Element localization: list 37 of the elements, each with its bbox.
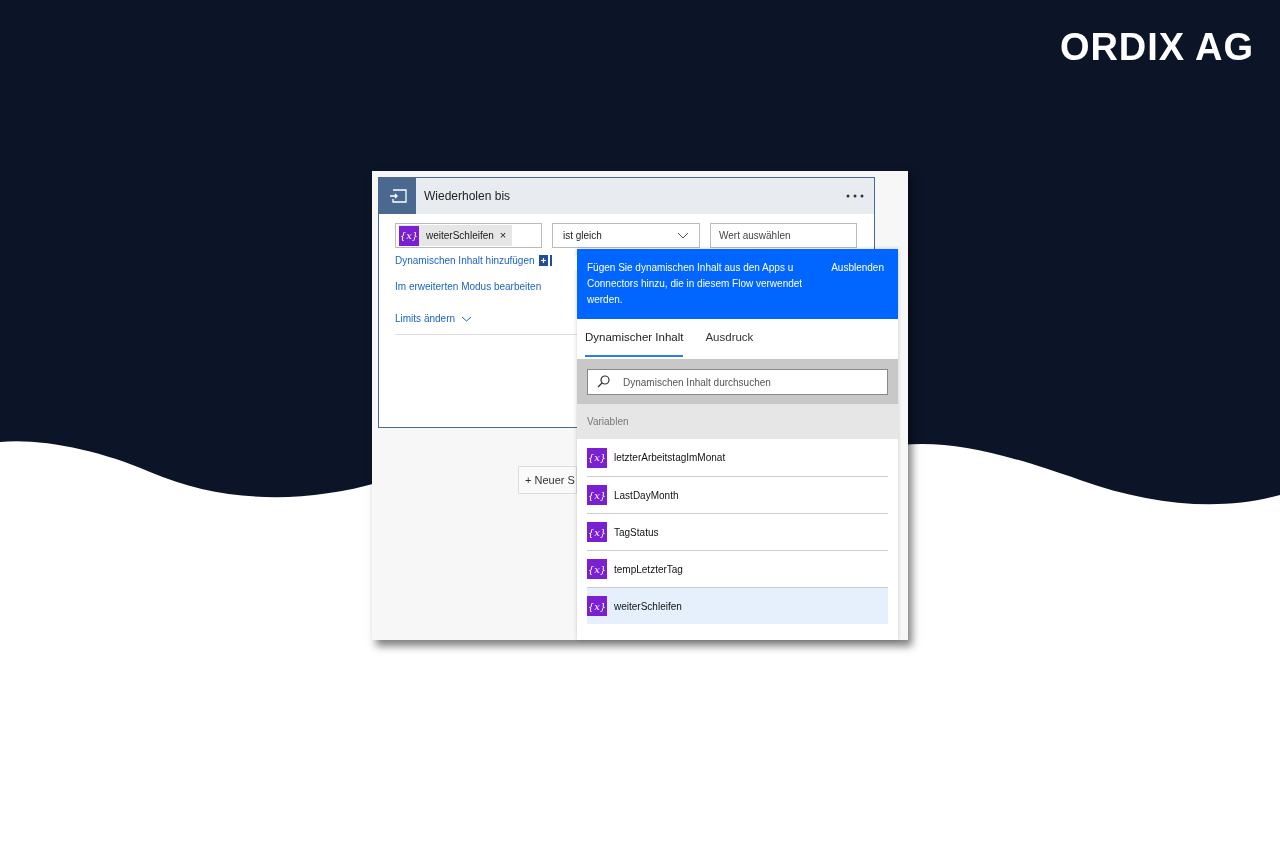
panel-tab[interactable]: Dynamischer Inhalt xyxy=(585,328,684,357)
variable-name: weiterSchleifen xyxy=(614,599,682,614)
company-logo: ORDIX AG xyxy=(1059,28,1254,66)
new-step-button[interactable]: + Neuer S xyxy=(518,466,577,494)
variable-name: LastDayMonth xyxy=(614,488,679,503)
add-dynamic-content-link[interactable]: Dynamischen Inhalt hinzufügen xyxy=(395,253,535,268)
variable-icon: {x} xyxy=(587,522,607,542)
advanced-mode-link[interactable]: Im erweiterten Modus bearbeiten xyxy=(395,279,542,294)
chevron-down-icon xyxy=(677,232,689,239)
search-field[interactable]: Dynamischen Inhalt durchsuchen xyxy=(587,369,888,395)
panel-tab[interactable]: Ausdruck xyxy=(705,328,754,357)
info-text: Fügen Sie dynamischen Inhalt aus den Apps u xyxy=(587,261,794,275)
variable-name: letzterArbeitstagImMonat xyxy=(614,451,726,465)
search-icon xyxy=(597,374,610,388)
operator-dropdown[interactable]: ist gleich xyxy=(552,223,700,248)
remove-token[interactable]: × xyxy=(499,227,507,244)
plus-icon[interactable] xyxy=(538,255,552,266)
variable-icon: {x} xyxy=(587,485,607,505)
variable-token[interactable]: {x} weiterSchleifen × xyxy=(399,225,513,246)
chevron-down-icon xyxy=(461,315,473,322)
variable-name: tempLetzterTag xyxy=(614,562,683,577)
hide-link[interactable]: Ausblenden xyxy=(831,260,884,276)
variable-item[interactable]: {x} weiterSchleifen xyxy=(587,587,888,624)
section-title: Variablen xyxy=(587,415,629,429)
more-icon[interactable] xyxy=(846,194,864,198)
variable-icon: {x} xyxy=(587,447,607,468)
card-title: Wiederholen bis xyxy=(424,188,511,205)
token-label: weiterSchleifen xyxy=(426,229,494,243)
value-field[interactable]: Wert auswählen xyxy=(710,223,857,248)
variable-icon: {x} xyxy=(587,559,607,579)
info-text: werden. xyxy=(587,293,623,307)
condition-field[interactable]: {x} weiterSchleifen × xyxy=(395,223,542,248)
variable-icon: {x} xyxy=(399,225,419,246)
variable-icon: {x} xyxy=(587,596,607,616)
variable-name: TagStatus xyxy=(614,525,659,540)
info-text: Connectors hinzu, die in diesem Flow verwendet xyxy=(587,277,803,291)
limits-link[interactable]: Limits ändern xyxy=(395,311,456,326)
